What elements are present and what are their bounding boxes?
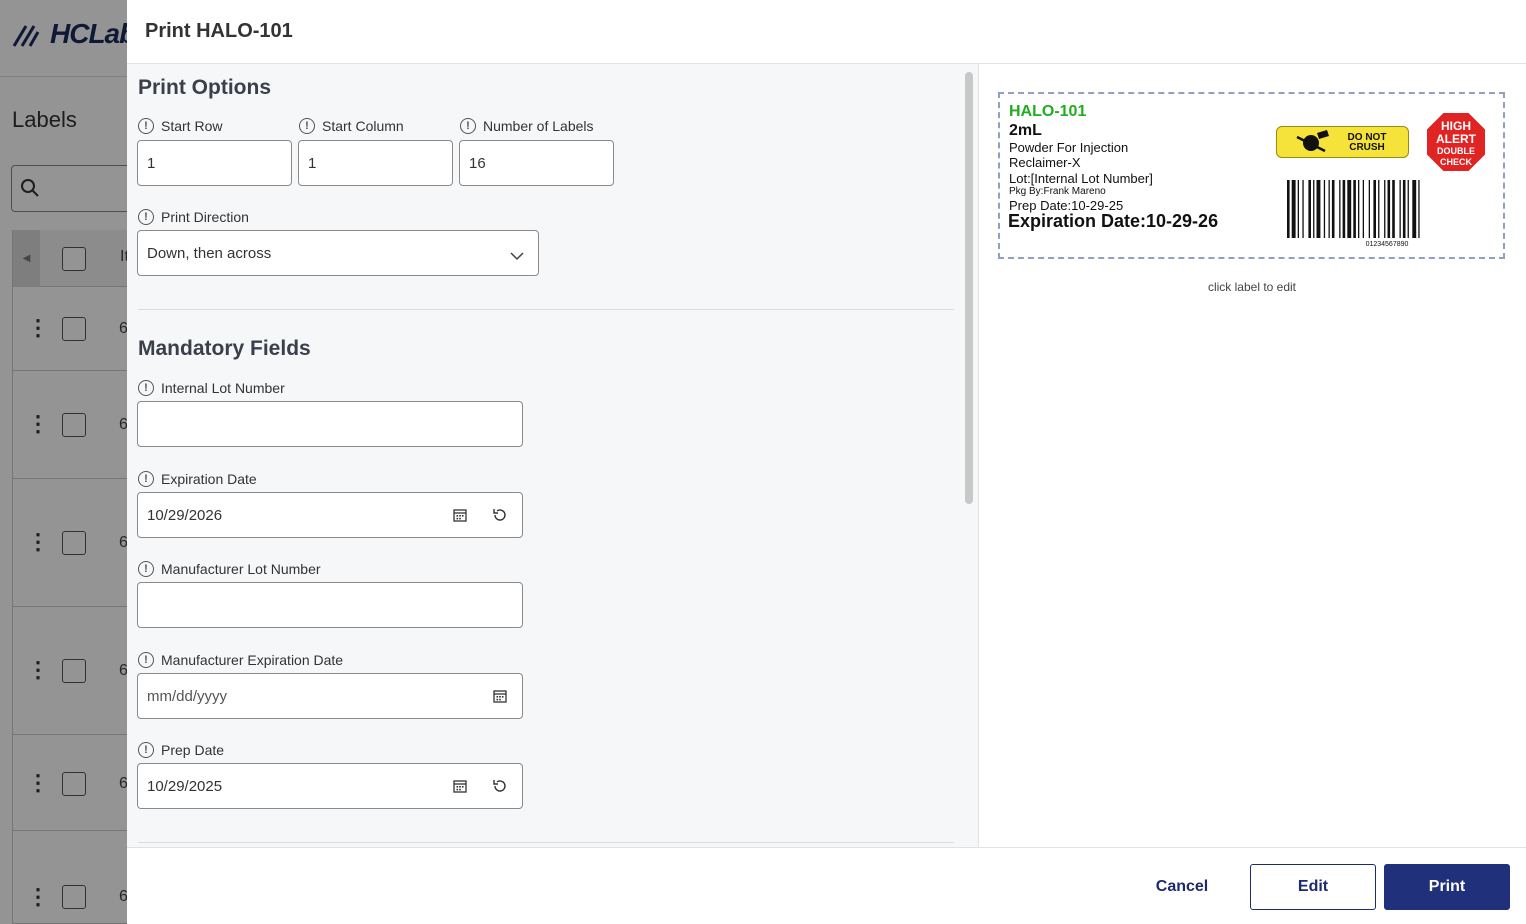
label-preview[interactable]: HALO-101 2mL Powder For Injection Reclai… — [998, 92, 1505, 259]
high-alert-line: CHECK — [1439, 157, 1472, 167]
high-alert-line: DOUBLE — [1437, 146, 1475, 156]
start-row-input[interactable]: 1 — [137, 140, 292, 186]
input-value: 16 — [469, 154, 486, 172]
info-icon[interactable]: ! — [138, 652, 154, 668]
info-icon[interactable]: ! — [460, 118, 476, 134]
info-icon[interactable]: ! — [138, 471, 154, 487]
info-icon[interactable]: ! — [138, 561, 154, 577]
label-volume: 2mL — [1009, 122, 1042, 139]
high-alert-line: ALERT — [1436, 132, 1476, 146]
number-of-labels-label: ! Number of Labels — [460, 118, 594, 134]
high-alert-sticker: HIGH ALERT DOUBLE CHECK — [1425, 111, 1487, 173]
label-text: Number of Labels — [483, 118, 594, 134]
label-expiration: Expiration Date:10-29-26 — [1008, 211, 1219, 231]
print-options-heading: Print Options — [138, 76, 271, 99]
manufacturer-lot-number-input[interactable] — [137, 582, 523, 628]
info-icon[interactable]: ! — [138, 118, 154, 134]
manufacturer-lot-number-label: ! Manufacturer Lot Number — [138, 561, 321, 577]
input-value: 10/29/2025 — [147, 777, 223, 795]
select-value: Down, then across — [147, 244, 272, 262]
mandatory-fields-heading: Mandatory Fields — [138, 337, 311, 360]
dialog-footer: Cancel Edit Print — [127, 847, 1526, 924]
print-button[interactable]: Print — [1384, 864, 1510, 910]
expiration-date-label: ! Expiration Date — [138, 471, 257, 487]
label-pkg-by: Pkg By:Frank Mareno — [1009, 186, 1106, 197]
input-value: 1 — [147, 154, 156, 172]
high-alert-text: HIGH ALERT DOUBLE CHECK — [1425, 120, 1487, 168]
label-drug-name: HALO-101 — [1009, 103, 1087, 120]
number-of-labels-input[interactable]: 16 — [459, 140, 614, 186]
start-row-label: ! Start Row — [138, 118, 222, 134]
info-icon[interactable]: ! — [138, 380, 154, 396]
dialog-header: Print HALO-101 — [127, 0, 1526, 64]
label-text: Print Direction — [161, 209, 249, 225]
expiration-date-input[interactable]: 10/29/2026 — [137, 492, 523, 538]
print-dialog: Print HALO-101 Print Options ! Start Row… — [127, 0, 1526, 924]
label-text: Start Row — [161, 118, 223, 134]
prep-date-label: ! Prep Date — [138, 742, 224, 758]
label-text: Start Column — [322, 118, 404, 134]
label-lot: Lot:[Internal Lot Number] — [1009, 171, 1153, 186]
label-text: Prep Date — [161, 742, 225, 758]
calendar-icon[interactable] — [440, 764, 480, 808]
label-text: Manufacturer Lot Number — [161, 561, 321, 577]
input-value: 1 — [308, 154, 317, 172]
label-text: Internal Lot Number — [161, 380, 285, 396]
preview-hint: click label to edit — [1207, 280, 1297, 294]
print-options-pane: Print Options ! Start Row 1 ! Start Colu… — [127, 64, 978, 847]
reset-icon[interactable] — [480, 493, 520, 537]
internal-lot-number-label: ! Internal Lot Number — [138, 380, 285, 396]
prep-date-input[interactable]: 10/29/2025 — [137, 763, 523, 809]
chevron-down-icon — [510, 248, 524, 265]
edit-button[interactable]: Edit — [1250, 864, 1376, 910]
input-placeholder: mm/dd/yyyy — [147, 687, 228, 705]
info-icon[interactable]: ! — [299, 118, 315, 134]
manufacturer-expiration-date-input[interactable]: mm/dd/yyyy — [137, 673, 523, 719]
do-not-crush-sticker: DO NOT CRUSH — [1276, 126, 1409, 158]
calendar-icon[interactable] — [440, 493, 480, 537]
barcode-number: 01234567890 — [1365, 241, 1409, 248]
label-product: Reclaimer-X — [1009, 155, 1081, 170]
input-value: 10/29/2026 — [147, 506, 223, 524]
internal-lot-number-input[interactable] — [137, 401, 523, 447]
info-icon[interactable]: ! — [138, 209, 154, 225]
start-column-input[interactable]: 1 — [298, 140, 453, 186]
print-direction-label: ! Print Direction — [138, 209, 249, 225]
label-preview-pane: HALO-101 2mL Powder For Injection Reclai… — [978, 64, 1526, 847]
section-divider — [138, 309, 954, 310]
section-divider — [138, 842, 954, 843]
start-column-label: ! Start Column — [299, 118, 404, 134]
manufacturer-expiration-date-label: ! Manufacturer Expiration Date — [138, 652, 343, 668]
do-not-crush-text: DO NOT CRUSH — [1347, 132, 1387, 153]
barcode-icon — [1287, 180, 1420, 238]
crush-hammer-icon — [1296, 130, 1329, 153]
info-icon[interactable]: ! — [138, 742, 154, 758]
label-text: Expiration Date — [161, 471, 257, 487]
label-form: Powder For Injection — [1009, 140, 1129, 155]
cancel-button[interactable]: Cancel — [1137, 865, 1227, 909]
label-text: Manufacturer Expiration Date — [161, 652, 344, 668]
calendar-icon[interactable] — [480, 674, 520, 718]
dialog-title: Print HALO-101 — [145, 20, 293, 42]
reset-icon[interactable] — [480, 764, 520, 808]
print-direction-select[interactable]: Down, then across — [137, 230, 539, 276]
scrollbar[interactable] — [965, 72, 973, 504]
